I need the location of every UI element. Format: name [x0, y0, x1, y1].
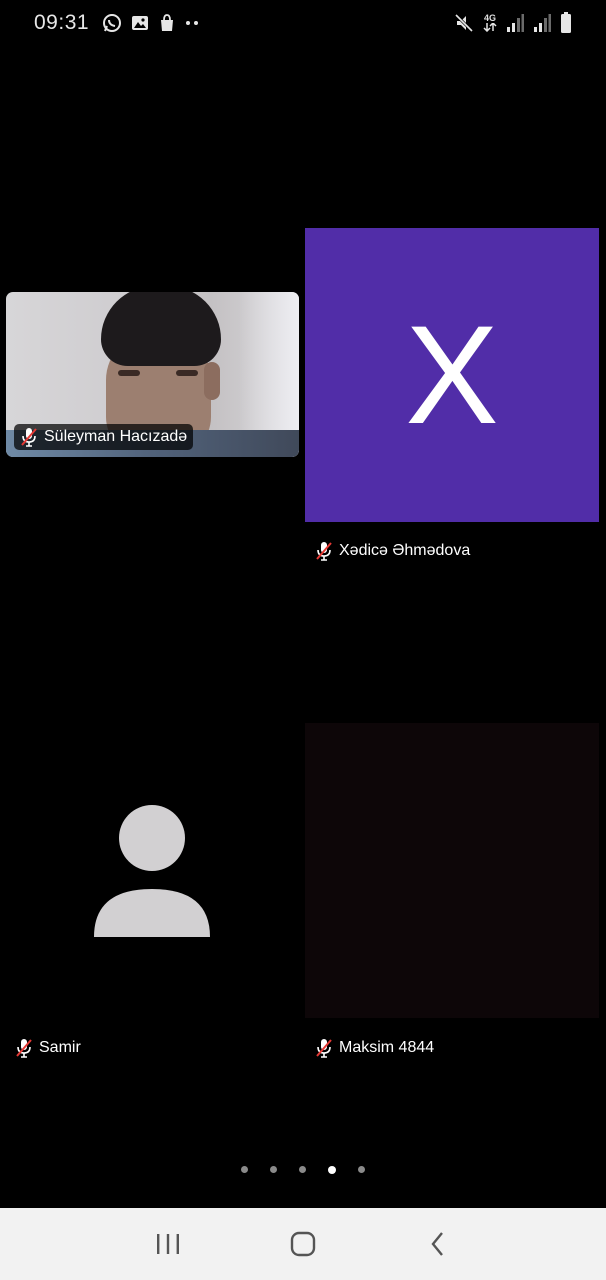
- participant-name-label-xedice: Xədicə Əhmədova: [315, 541, 470, 561]
- user-avatar-icon: [94, 805, 210, 937]
- participant-name: Maksim 4844: [339, 1039, 435, 1056]
- participant-initial: X: [405, 296, 499, 453]
- signal-icon-2: [533, 13, 551, 33]
- participant-name: Süleyman Hacızadə: [44, 428, 188, 445]
- page-dot-5[interactable]: [358, 1166, 365, 1173]
- participant-name-label-samir: Samir: [15, 1038, 81, 1058]
- video-tile-samir[interactable]: [6, 723, 299, 1017]
- mute-icon: [454, 13, 474, 33]
- system-nav-bar: [0, 1208, 606, 1280]
- participant-name-chip: Süleyman Hacızadə: [14, 424, 194, 450]
- video-tile-xedice[interactable]: X: [305, 228, 599, 522]
- meeting-screen: 09:31 4G Süleyman Hacızadə X Xədicə Əhmə…: [0, 0, 606, 1280]
- mic-muted-icon: [20, 427, 38, 447]
- home-button[interactable]: [273, 1214, 333, 1274]
- page-dot-3[interactable]: [299, 1166, 306, 1173]
- video-tile-maksim[interactable]: [305, 723, 599, 1018]
- participant-name: Samir: [39, 1039, 81, 1056]
- battery-icon: [560, 12, 572, 34]
- status-right: 4G: [454, 12, 572, 34]
- signal-icon: [506, 13, 524, 33]
- gallery-icon: [131, 14, 149, 32]
- participant-name: Xədicə Əhmədova: [339, 542, 471, 559]
- back-button[interactable]: [408, 1214, 468, 1274]
- status-time: 09:31: [34, 11, 90, 34]
- recent-apps-icon: [156, 1234, 179, 1254]
- network-label: 4G: [483, 13, 496, 23]
- recent-apps-button[interactable]: [138, 1214, 198, 1274]
- mic-muted-icon: [315, 541, 333, 561]
- whatsapp-icon: [102, 13, 122, 33]
- more-dots-icon: [185, 20, 199, 26]
- participant-eyes: [118, 370, 198, 376]
- home-icon: [290, 1231, 316, 1257]
- network-4g-icon: 4G: [483, 14, 497, 32]
- page-dot-1[interactable]: [241, 1166, 248, 1173]
- page-indicator: [0, 1166, 606, 1174]
- page-dot-2[interactable]: [270, 1166, 277, 1173]
- participant-name-label-maksim: Maksim 4844: [315, 1038, 434, 1058]
- mic-muted-icon: [15, 1038, 33, 1058]
- participant-ear: [204, 362, 220, 400]
- status-bar: 09:31 4G: [0, 0, 606, 46]
- shopping-bag-icon: [158, 14, 176, 32]
- video-tile-suleyman[interactable]: Süleyman Hacızadə: [6, 292, 299, 457]
- status-left: 09:31: [34, 11, 199, 35]
- mic-muted-icon: [315, 1038, 333, 1058]
- back-chevron-icon: [431, 1232, 444, 1256]
- participant-hair: [101, 292, 221, 366]
- page-dot-4-active[interactable]: [328, 1166, 336, 1174]
